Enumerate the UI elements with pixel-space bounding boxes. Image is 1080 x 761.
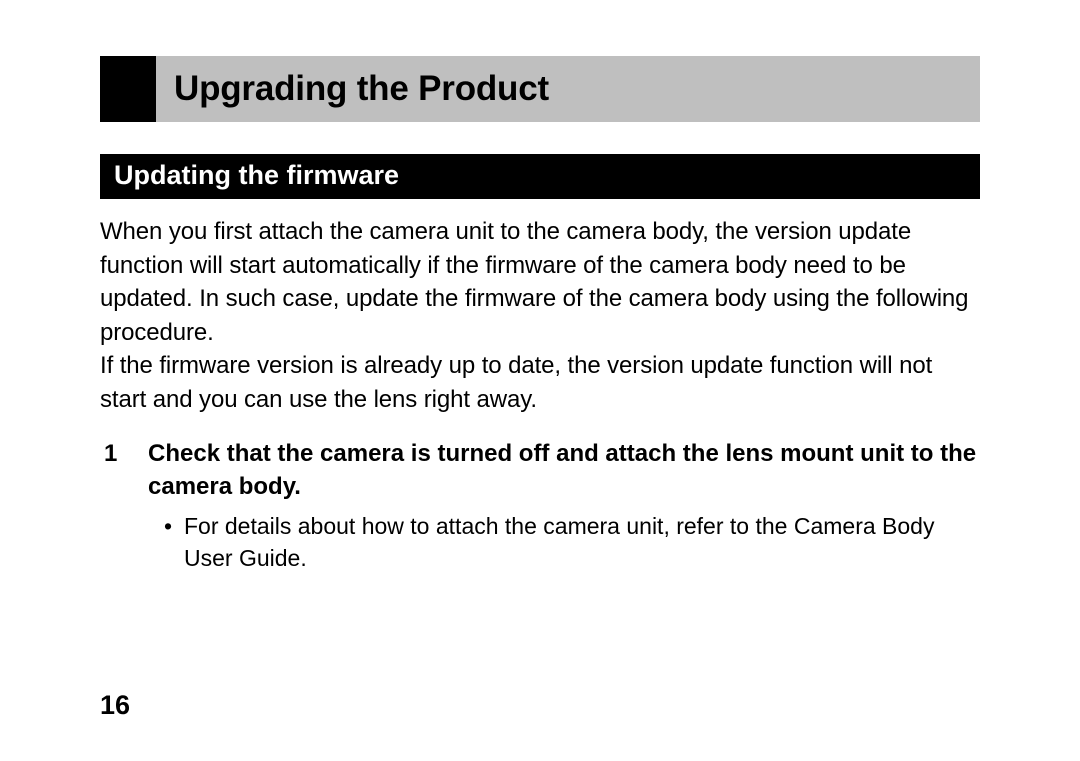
title-bar-black-tab (100, 56, 156, 122)
bullet-text: For details about how to attach the came… (184, 510, 980, 574)
step-number: 1 (100, 437, 148, 504)
page-number: 16 (100, 690, 130, 721)
step-text: Check that the camera is turned off and … (148, 437, 980, 504)
section-paragraph-2: If the firmware version is already up to… (100, 349, 980, 416)
title-bar-grey-region: Upgrading the Product (156, 56, 980, 122)
section-body: When you first attach the camera unit to… (100, 215, 980, 417)
section-paragraph-1: When you first attach the camera unit to… (100, 215, 980, 349)
bullet-dot-icon: • (164, 510, 184, 574)
step-1-bullet: • For details about how to attach the ca… (100, 510, 980, 574)
section-title: Updating the firmware (114, 160, 966, 191)
section-title-bar: Updating the firmware (100, 154, 980, 199)
procedure-step-1: 1 Check that the camera is turned off an… (100, 437, 980, 504)
chapter-title: Upgrading the Product (174, 69, 549, 109)
chapter-title-bar: Upgrading the Product (100, 56, 980, 122)
document-page: Upgrading the Product Updating the firmw… (0, 0, 1080, 761)
